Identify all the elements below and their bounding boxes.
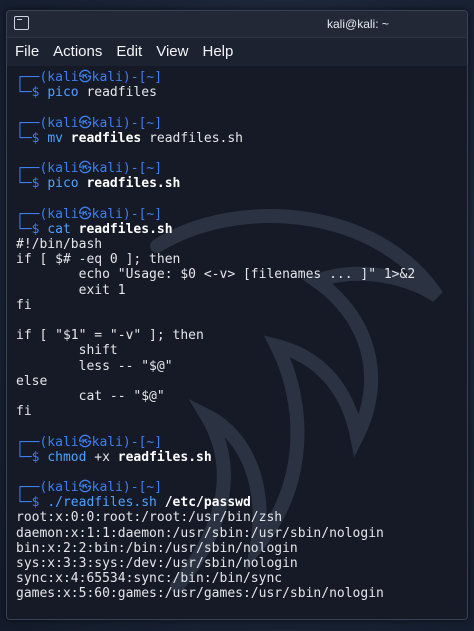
output-line: less -- "$@" <box>16 358 173 374</box>
output-line: if [ $# -eq 0 ]; then <box>16 252 181 268</box>
menu-file[interactable]: File <box>15 38 39 66</box>
output-line: #!/bin/bash <box>16 237 103 253</box>
prompt-line: ┌──(kali㉿kali)-[~] <box>16 206 163 222</box>
prompt-line: ┌──(kali㉿kali)-[~] <box>16 480 163 496</box>
prompt-line: ┌──(kali㉿kali)-[~] <box>16 161 163 177</box>
command-line: └─$ cat readfiles.sh <box>16 221 173 237</box>
terminal-icon <box>14 16 29 30</box>
command-line: └─$ mv readfiles readfiles.sh <box>16 130 243 146</box>
terminal-window[interactable]: kali@kali: ~ File Actions Edit View Help… <box>6 10 468 620</box>
output-line: cat -- "$@" <box>16 388 165 404</box>
output-line: exit 1 <box>16 282 126 298</box>
menu-view[interactable]: View <box>156 38 188 66</box>
title-bar[interactable]: kali@kali: ~ <box>7 11 467 38</box>
terminal-output[interactable]: ┌──(kali㉿kali)-[~] └─$ pico readfiles ┌─… <box>7 66 467 619</box>
menu-help[interactable]: Help <box>202 38 233 66</box>
output-line: fi <box>16 297 32 313</box>
prompt-line: ┌──(kali㉿kali)-[~] <box>16 70 163 85</box>
menu-bar: File Actions Edit View Help <box>7 38 467 66</box>
prompt-line: ┌──(kali㉿kali)-[~] <box>16 434 163 450</box>
command-line: └─$ chmod +x readfiles.sh <box>16 449 212 465</box>
prompt-line: ┌──(kali㉿kali)-[~] <box>16 115 163 131</box>
menu-edit[interactable]: Edit <box>116 38 142 66</box>
output-line: echo "Usage: $0 <-v> [filenames ... ]" 1… <box>16 267 416 283</box>
output-line: else <box>16 373 48 389</box>
output-line: bin:x:2:2:bin:/bin:/usr/sbin/nologin <box>16 540 298 556</box>
output-line: games:x:5:60:games:/usr/games:/usr/sbin/… <box>16 586 384 602</box>
menu-actions[interactable]: Actions <box>53 38 102 66</box>
output-line: daemon:x:1:1:daemon:/usr/sbin:/usr/sbin/… <box>16 525 384 541</box>
output-line: root:x:0:0:root:/root:/usr/bin/zsh <box>16 510 283 526</box>
command-line: └─$ pico readfiles.sh <box>16 176 181 192</box>
output-line: shift <box>16 343 118 359</box>
output-line: if [ "$1" = "-v" ]; then <box>16 328 204 344</box>
output-line: fi <box>16 404 32 420</box>
output-line: sys:x:3:3:sys:/dev:/usr/sbin/nologin <box>16 556 298 571</box>
command-line: └─$ ./readfiles.sh /etc/passwd <box>16 495 251 511</box>
output-line: sync:x:4:65534:sync:/bin:/bin/sync <box>16 571 283 587</box>
window-title: kali@kali: ~ <box>327 17 389 31</box>
command-line: └─$ pico readfiles <box>16 85 157 101</box>
